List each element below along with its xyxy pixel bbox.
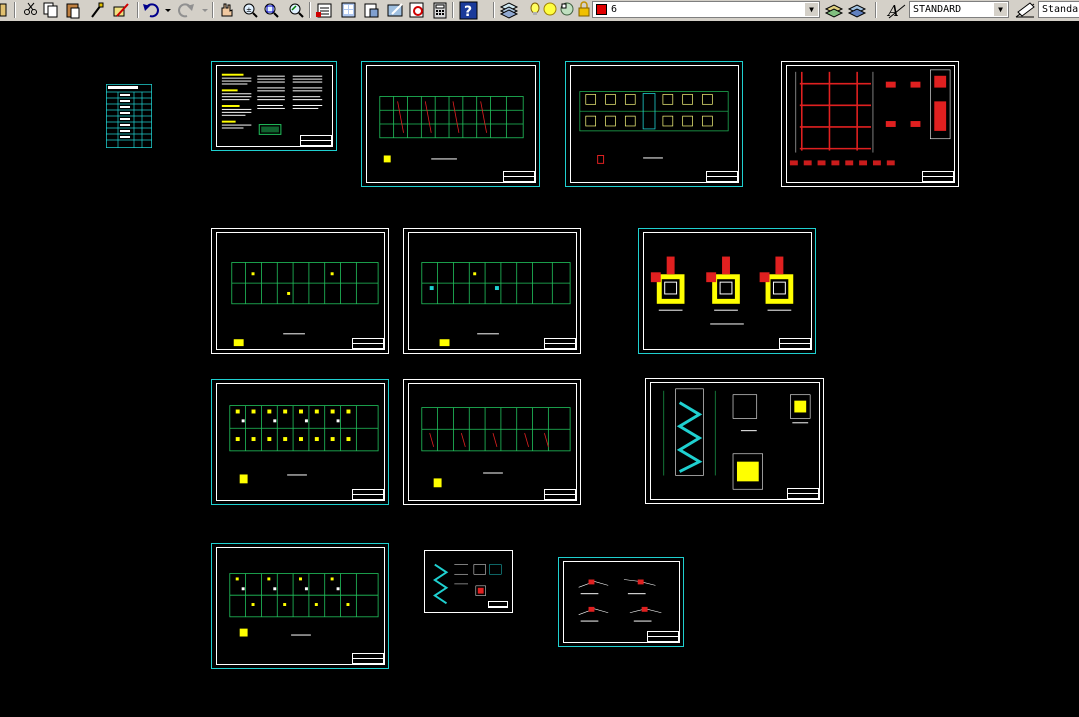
chevron-down-icon[interactable]: ▼ bbox=[805, 3, 818, 16]
layer-previous-icon[interactable] bbox=[824, 4, 844, 18]
foundation-plan-1-sheet[interactable] bbox=[361, 61, 540, 187]
dim-style-icon[interactable] bbox=[1015, 2, 1035, 18]
toolbar-separator bbox=[493, 2, 495, 18]
paste-icon[interactable] bbox=[66, 3, 80, 19]
title-block bbox=[647, 631, 679, 642]
layer-state-icons[interactable] bbox=[530, 1, 590, 17]
redo-icon[interactable] bbox=[178, 3, 208, 18]
toolbar-separator bbox=[452, 2, 454, 18]
calculator-icon[interactable] bbox=[433, 2, 447, 19]
section-details-sheet[interactable] bbox=[558, 557, 684, 647]
title-block bbox=[779, 338, 811, 349]
match-properties-icon[interactable] bbox=[91, 2, 104, 18]
tool-palettes-icon[interactable] bbox=[364, 3, 379, 18]
layer-manager-icon[interactable] bbox=[499, 2, 519, 19]
standard-toolbar: ± ? A 6 ▼ STANDARD ▼ Standa bbox=[0, 0, 1079, 22]
floor-plan-5-sheet[interactable] bbox=[211, 543, 389, 669]
help-icon[interactable]: ? bbox=[459, 1, 478, 20]
small-stair-detail-sheet[interactable] bbox=[424, 550, 513, 613]
dim-style-name: Standa bbox=[1042, 4, 1079, 15]
pan-icon[interactable] bbox=[221, 3, 233, 17]
title-block bbox=[488, 601, 508, 608]
toolbar-separator bbox=[212, 2, 214, 18]
layer-name: 6 bbox=[611, 4, 618, 15]
layer-combo[interactable]: 6 ▼ bbox=[592, 1, 820, 18]
cut-icon[interactable] bbox=[24, 2, 37, 15]
floor-plan-1-sheet[interactable] bbox=[211, 228, 389, 354]
floor-plan-2-sheet[interactable] bbox=[403, 228, 581, 354]
block-editor-icon[interactable] bbox=[113, 3, 129, 17]
properties-icon[interactable] bbox=[316, 3, 332, 18]
chevron-down-icon[interactable]: ▼ bbox=[994, 3, 1007, 16]
title-block bbox=[706, 171, 738, 182]
markup-icon[interactable] bbox=[387, 3, 403, 17]
layer-walk-icon[interactable] bbox=[847, 4, 867, 18]
model-space-canvas[interactable] bbox=[0, 21, 1079, 717]
foundation-plan-2-sheet[interactable] bbox=[565, 61, 743, 187]
zoom-window-icon[interactable] bbox=[264, 3, 279, 18]
toolbar-separator bbox=[14, 2, 16, 18]
text-style-combo[interactable]: STANDARD ▼ bbox=[909, 1, 1009, 18]
title-block bbox=[352, 338, 384, 349]
svg-text:?: ? bbox=[464, 4, 472, 20]
column-footing-details-sheet[interactable] bbox=[638, 228, 816, 354]
title-block bbox=[922, 171, 954, 182]
legend-table-sheet[interactable] bbox=[106, 84, 152, 148]
title-block bbox=[544, 489, 576, 500]
general-notes-sheet[interactable] bbox=[211, 61, 337, 151]
toolbar-separator bbox=[137, 2, 139, 18]
title-block bbox=[503, 171, 535, 182]
dim-style-combo[interactable]: Standa bbox=[1038, 1, 1079, 18]
text-style-icon[interactable]: A bbox=[886, 2, 906, 20]
text-style-name: STANDARD bbox=[913, 4, 962, 15]
title-block bbox=[352, 653, 384, 664]
design-center-icon[interactable] bbox=[341, 2, 356, 18]
undo-icon[interactable] bbox=[143, 3, 171, 18]
title-block bbox=[300, 135, 332, 146]
layer-color-swatch bbox=[596, 3, 607, 15]
frame-elevation-sheet[interactable] bbox=[781, 61, 959, 187]
floor-plan-3-sheet[interactable] bbox=[211, 379, 389, 505]
svg-text:±: ± bbox=[246, 6, 252, 14]
stair-details-sheet[interactable] bbox=[645, 378, 824, 504]
toolbar-separator bbox=[875, 2, 877, 18]
title-block bbox=[787, 488, 819, 499]
title-block bbox=[352, 489, 384, 500]
zoom-previous-icon[interactable] bbox=[289, 3, 304, 18]
floor-plan-4-sheet[interactable] bbox=[403, 379, 581, 505]
copy-icon[interactable] bbox=[43, 2, 58, 18]
open-icon[interactable] bbox=[0, 3, 7, 17]
zoom-realtime-icon[interactable]: ± bbox=[243, 3, 258, 18]
toolbar-separator bbox=[309, 2, 311, 18]
title-block bbox=[544, 338, 576, 349]
sheet-set-icon[interactable] bbox=[409, 2, 424, 18]
